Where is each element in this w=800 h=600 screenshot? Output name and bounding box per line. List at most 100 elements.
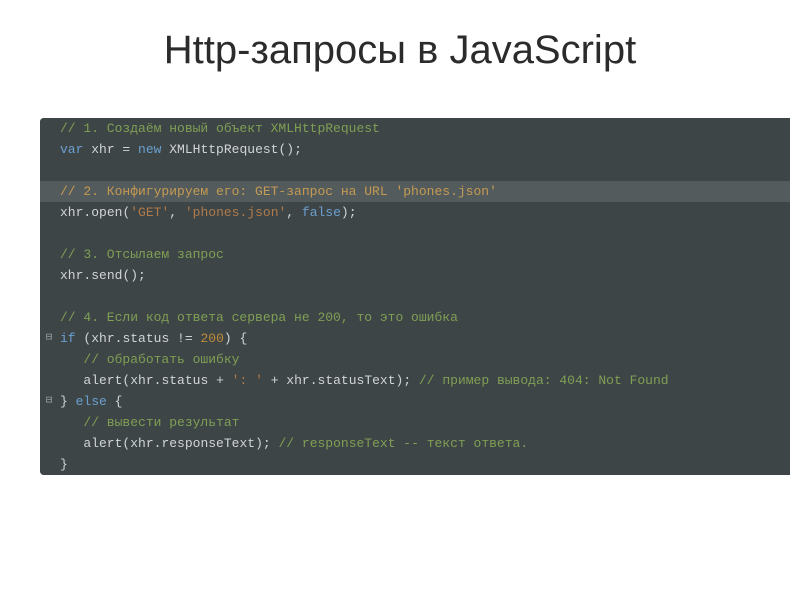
token: ); [255, 436, 278, 451]
token: , [286, 205, 302, 220]
fold-gutter [40, 265, 58, 286]
token: 'phones.json' [185, 205, 286, 220]
fold-gutter [40, 412, 58, 433]
token: if [60, 331, 76, 346]
token: ': ' [232, 373, 263, 388]
token: , [169, 205, 185, 220]
code-content: // обработать ошибку [58, 349, 790, 370]
code-line: // 4. Если код ответа сервера не 200, то… [40, 307, 790, 328]
fold-gutter [40, 202, 58, 223]
code-content: alert(xhr.responseText); // responseText… [58, 433, 790, 454]
fold-gutter [40, 118, 58, 139]
token: (); [122, 268, 145, 283]
code-line: alert(xhr.responseText); // responseText… [40, 433, 790, 454]
token [60, 373, 83, 388]
token: else [76, 394, 107, 409]
fold-gutter [40, 433, 58, 454]
token [60, 226, 68, 241]
token: xhr [130, 373, 153, 388]
token: { [107, 394, 123, 409]
code-line: var xhr = new XMLHttpRequest(); [40, 139, 790, 160]
code-content: // 4. Если код ответа сервера не 200, то… [58, 307, 790, 328]
token: xhr [60, 268, 83, 283]
token: alert [83, 373, 122, 388]
token [60, 415, 83, 430]
code-content: alert(xhr.status + ': ' + xhr.statusText… [58, 370, 790, 391]
token: responseText [161, 436, 255, 451]
code-line: // 3. Отсылаем запрос [40, 244, 790, 265]
token: // пример вывода: 404: Not Found [419, 373, 669, 388]
fold-gutter [40, 349, 58, 370]
token: . [310, 373, 318, 388]
token: // 4. Если код ответа сервера не 200, то… [60, 310, 458, 325]
token: // 2. Конфигурируем его: GET-запрос на U… [60, 184, 497, 199]
token: 200 [200, 331, 223, 346]
code-content [58, 160, 790, 181]
token: ); [341, 205, 357, 220]
code-content [58, 286, 790, 307]
token [60, 289, 68, 304]
token [60, 436, 83, 451]
fold-gutter [40, 181, 58, 202]
code-content: xhr.open('GET', 'phones.json', false); [58, 202, 790, 223]
code-content [58, 223, 790, 244]
token: + [208, 373, 231, 388]
token: // 1. Создаём новый объект XMLHttpReques… [60, 121, 380, 136]
token: } [60, 457, 68, 472]
code-line: // 2. Конфигурируем его: GET-запрос на U… [40, 181, 790, 202]
token: xhr [91, 142, 114, 157]
fold-gutter [40, 160, 58, 181]
code-line: // 1. Создаём новый объект XMLHttpReques… [40, 118, 790, 139]
token: // responseText -- текст ответа. [278, 436, 528, 451]
token: statusText [318, 373, 396, 388]
token: xhr [60, 205, 83, 220]
code-content: } else { [58, 391, 790, 412]
code-line [40, 160, 790, 181]
fold-gutter [40, 223, 58, 244]
code-line: // вывести результат [40, 412, 790, 433]
code-content: // 1. Создаём новый объект XMLHttpReques… [58, 118, 790, 139]
code-line: } [40, 454, 790, 475]
fold-gutter[interactable]: ⊟ [40, 391, 58, 412]
fold-gutter[interactable]: ⊟ [40, 328, 58, 349]
code-content: xhr.send(); [58, 265, 790, 286]
token: != [169, 331, 200, 346]
fold-gutter [40, 286, 58, 307]
code-line: // обработать ошибку [40, 349, 790, 370]
fold-gutter [40, 139, 58, 160]
token: (); [278, 142, 301, 157]
code-line: xhr.send(); [40, 265, 790, 286]
token: // вывести результат [83, 415, 239, 430]
token: status [122, 331, 169, 346]
token: XMLHttpRequest [169, 142, 278, 157]
slide: Http-запросы в JavaScript // 1. Создаём … [0, 0, 800, 600]
code-line [40, 286, 790, 307]
token [60, 163, 68, 178]
code-content: // вывести результат [58, 412, 790, 433]
token: 'GET' [130, 205, 169, 220]
code-content: if (xhr.status != 200) { [58, 328, 790, 349]
token: + [263, 373, 286, 388]
token: ) { [224, 331, 247, 346]
code-line: ⊟} else { [40, 391, 790, 412]
token: new [138, 142, 161, 157]
token: // обработать ошибку [83, 352, 239, 367]
code-line [40, 223, 790, 244]
token: ); [396, 373, 419, 388]
token: status [161, 373, 208, 388]
token [60, 352, 83, 367]
code-content: // 2. Конфигурируем его: GET-запрос на U… [58, 181, 790, 202]
token: xhr [91, 331, 114, 346]
code-content: // 3. Отсылаем запрос [58, 244, 790, 265]
token: send [91, 268, 122, 283]
fold-gutter [40, 244, 58, 265]
code-block: // 1. Создаём новый объект XMLHttpReques… [40, 118, 790, 475]
fold-gutter [40, 307, 58, 328]
code-line: alert(xhr.status + ': ' + xhr.statusText… [40, 370, 790, 391]
code-line: ⊟if (xhr.status != 200) { [40, 328, 790, 349]
token: alert [83, 436, 122, 451]
token: } [60, 394, 76, 409]
token: ( [76, 331, 92, 346]
fold-gutter [40, 454, 58, 475]
fold-gutter [40, 370, 58, 391]
